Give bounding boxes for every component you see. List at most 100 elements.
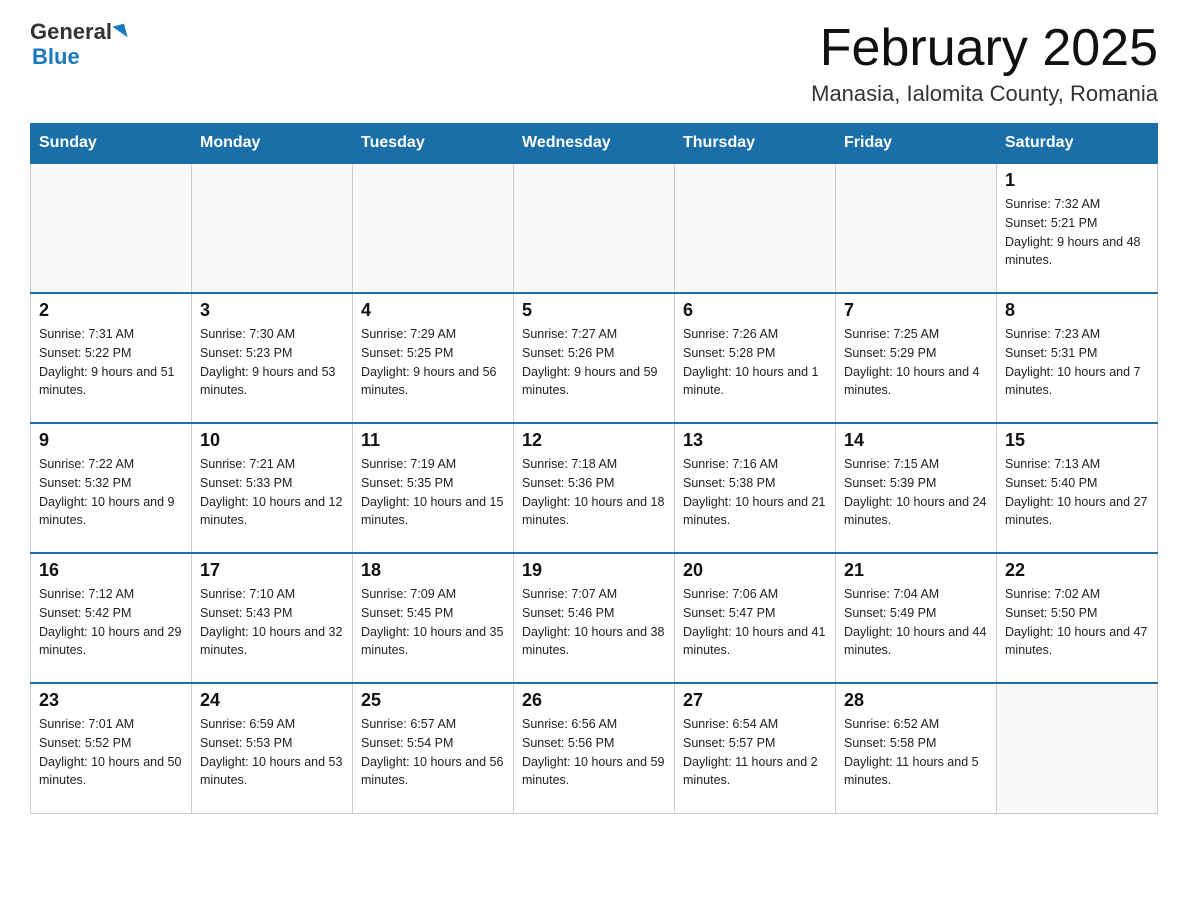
- calendar-cell: [514, 163, 675, 293]
- day-number: 23: [39, 690, 183, 711]
- calendar-cell: 14 Sunrise: 7:15 AMSunset: 5:39 PMDayligh…: [836, 423, 997, 553]
- day-number: 14: [844, 430, 988, 451]
- calendar-cell: 25Sunrise: 6:57 AMSunset: 5:54 PMDayligh…: [353, 683, 514, 813]
- calendar-cell: 26 Sunrise: 6:56 AMSunset: 5:56 PMDayligh…: [514, 683, 675, 813]
- day-number: 26: [522, 690, 666, 711]
- day-number: 1: [1005, 170, 1149, 191]
- day-info: Sunrise: 7:15 AMSunset: 5:39 PMDaylight:…: [844, 455, 988, 530]
- title-area: February 2025 Manasia, Ialomita County, …: [811, 20, 1158, 107]
- day-info: Sunrise: 7:07 AMSunset: 5:46 PMDaylight:…: [522, 585, 666, 660]
- header-day-sunday: Sunday: [31, 124, 192, 164]
- calendar-cell: [353, 163, 514, 293]
- day-info: Sunrise: 7:27 AMSunset: 5:26 PMDaylight:…: [522, 325, 666, 400]
- calendar-body: 1Sunrise: 7:32 AMSunset: 5:21 PMDaylight…: [31, 163, 1158, 813]
- calendar-cell: [836, 163, 997, 293]
- day-info: Sunrise: 7:21 AMSunset: 5:33 PMDaylight:…: [200, 455, 344, 530]
- day-info: Sunrise: 7:31 AMSunset: 5:22 PMDaylight:…: [39, 325, 183, 400]
- day-info: Sunrise: 7:09 AMSunset: 5:45 PMDaylight:…: [361, 585, 505, 660]
- day-info: Sunrise: 7:16 AMSunset: 5:38 PMDaylight:…: [683, 455, 827, 530]
- day-info: Sunrise: 7:19 AMSunset: 5:35 PMDaylight:…: [361, 455, 505, 530]
- day-number: 19: [522, 560, 666, 581]
- calendar-week-row: 23 Sunrise: 7:01 AMSunset: 5:52 PMDayligh…: [31, 683, 1158, 813]
- header-day-friday: Friday: [836, 124, 997, 164]
- calendar-cell: 15 Sunrise: 7:13 AMSunset: 5:40 PMDayligh…: [997, 423, 1158, 553]
- day-info: Sunrise: 7:22 AMSunset: 5:32 PMDaylight:…: [39, 455, 183, 530]
- calendar-cell: 6 Sunrise: 7:26 AMSunset: 5:28 PMDaylight…: [675, 293, 836, 423]
- day-info: Sunrise: 7:06 AMSunset: 5:47 PMDaylight:…: [683, 585, 827, 660]
- calendar-cell: 27 Sunrise: 6:54 AMSunset: 5:57 PMDayligh…: [675, 683, 836, 813]
- calendar-cell: 10 Sunrise: 7:21 AMSunset: 5:33 PMDayligh…: [192, 423, 353, 553]
- calendar-cell: 4 Sunrise: 7:29 AMSunset: 5:25 PMDaylight…: [353, 293, 514, 423]
- day-number: 20: [683, 560, 827, 581]
- day-info: Sunrise: 7:29 AMSunset: 5:25 PMDaylight:…: [361, 325, 505, 400]
- day-number: 6: [683, 300, 827, 321]
- calendar-cell: 2 Sunrise: 7:31 AMSunset: 5:22 PMDaylight…: [31, 293, 192, 423]
- day-info: Sunrise: 7:12 AMSunset: 5:42 PMDaylight:…: [39, 585, 183, 660]
- calendar-cell: 28Sunrise: 6:52 AMSunset: 5:58 PMDayligh…: [836, 683, 997, 813]
- calendar-cell: [997, 683, 1158, 813]
- calendar-cell: 22 Sunrise: 7:02 AMSunset: 5:50 PMDayligh…: [997, 553, 1158, 683]
- day-info: Sunrise: 7:18 AMSunset: 5:36 PMDaylight:…: [522, 455, 666, 530]
- day-info: Sunrise: 6:54 AMSunset: 5:57 PMDaylight:…: [683, 715, 827, 790]
- calendar-week-row: 1Sunrise: 7:32 AMSunset: 5:21 PMDaylight…: [31, 163, 1158, 293]
- calendar-cell: [675, 163, 836, 293]
- calendar-cell: 18 Sunrise: 7:09 AMSunset: 5:45 PMDayligh…: [353, 553, 514, 683]
- calendar-week-row: 9 Sunrise: 7:22 AMSunset: 5:32 PMDaylight…: [31, 423, 1158, 553]
- logo-arrow-icon: [112, 24, 127, 41]
- calendar-cell: [31, 163, 192, 293]
- day-number: 2: [39, 300, 183, 321]
- calendar-cell: 1Sunrise: 7:32 AMSunset: 5:21 PMDaylight…: [997, 163, 1158, 293]
- logo: General Blue: [30, 20, 126, 70]
- calendar-cell: 16 Sunrise: 7:12 AMSunset: 5:42 PMDayligh…: [31, 553, 192, 683]
- header-day-saturday: Saturday: [997, 124, 1158, 164]
- day-info: Sunrise: 7:04 AMSunset: 5:49 PMDaylight:…: [844, 585, 988, 660]
- day-number: 18: [361, 560, 505, 581]
- calendar-cell: 5 Sunrise: 7:27 AMSunset: 5:26 PMDaylight…: [514, 293, 675, 423]
- day-info: Sunrise: 7:02 AMSunset: 5:50 PMDaylight:…: [1005, 585, 1149, 660]
- day-info: Sunrise: 7:25 AMSunset: 5:29 PMDaylight:…: [844, 325, 988, 400]
- day-info: Sunrise: 7:23 AMSunset: 5:31 PMDaylight:…: [1005, 325, 1149, 400]
- calendar-cell: 17 Sunrise: 7:10 AMSunset: 5:43 PMDayligh…: [192, 553, 353, 683]
- day-info: Sunrise: 7:30 AMSunset: 5:23 PMDaylight:…: [200, 325, 344, 400]
- day-number: 17: [200, 560, 344, 581]
- calendar-cell: 8 Sunrise: 7:23 AMSunset: 5:31 PMDaylight…: [997, 293, 1158, 423]
- day-number: 9: [39, 430, 183, 451]
- day-number: 8: [1005, 300, 1149, 321]
- day-number: 16: [39, 560, 183, 581]
- logo-text-blue: Blue: [32, 44, 80, 70]
- calendar-week-row: 16 Sunrise: 7:12 AMSunset: 5:42 PMDayligh…: [31, 553, 1158, 683]
- header-day-wednesday: Wednesday: [514, 124, 675, 164]
- calendar-week-row: 2 Sunrise: 7:31 AMSunset: 5:22 PMDaylight…: [31, 293, 1158, 423]
- day-info: Sunrise: 7:10 AMSunset: 5:43 PMDaylight:…: [200, 585, 344, 660]
- day-number: 15: [1005, 430, 1149, 451]
- calendar-table: SundayMondayTuesdayWednesdayThursdayFrid…: [30, 123, 1158, 814]
- day-number: 10: [200, 430, 344, 451]
- day-number: 3: [200, 300, 344, 321]
- calendar-cell: 21 Sunrise: 7:04 AMSunset: 5:49 PMDayligh…: [836, 553, 997, 683]
- calendar-subtitle: Manasia, Ialomita County, Romania: [811, 81, 1158, 107]
- day-info: Sunrise: 6:56 AMSunset: 5:56 PMDaylight:…: [522, 715, 666, 790]
- day-number: 22: [1005, 560, 1149, 581]
- calendar-header: SundayMondayTuesdayWednesdayThursdayFrid…: [31, 124, 1158, 164]
- day-number: 28: [844, 690, 988, 711]
- day-info: Sunrise: 6:59 AMSunset: 5:53 PMDaylight:…: [200, 715, 344, 790]
- day-info: Sunrise: 7:26 AMSunset: 5:28 PMDaylight:…: [683, 325, 827, 400]
- day-number: 25: [361, 690, 505, 711]
- day-number: 7: [844, 300, 988, 321]
- calendar-cell: 24 Sunrise: 6:59 AMSunset: 5:53 PMDayligh…: [192, 683, 353, 813]
- day-number: 24: [200, 690, 344, 711]
- calendar-cell: 20 Sunrise: 7:06 AMSunset: 5:47 PMDayligh…: [675, 553, 836, 683]
- calendar-header-row: SundayMondayTuesdayWednesdayThursdayFrid…: [31, 124, 1158, 164]
- calendar-title: February 2025: [811, 20, 1158, 77]
- day-info: Sunrise: 7:13 AMSunset: 5:40 PMDaylight:…: [1005, 455, 1149, 530]
- day-number: 5: [522, 300, 666, 321]
- calendar-cell: 11Sunrise: 7:19 AMSunset: 5:35 PMDayligh…: [353, 423, 514, 553]
- calendar-cell: 23 Sunrise: 7:01 AMSunset: 5:52 PMDayligh…: [31, 683, 192, 813]
- calendar-cell: [192, 163, 353, 293]
- day-number: 21: [844, 560, 988, 581]
- calendar-cell: 19 Sunrise: 7:07 AMSunset: 5:46 PMDayligh…: [514, 553, 675, 683]
- day-info: Sunrise: 7:01 AMSunset: 5:52 PMDaylight:…: [39, 715, 183, 790]
- calendar-cell: 9 Sunrise: 7:22 AMSunset: 5:32 PMDaylight…: [31, 423, 192, 553]
- day-number: 27: [683, 690, 827, 711]
- day-number: 4: [361, 300, 505, 321]
